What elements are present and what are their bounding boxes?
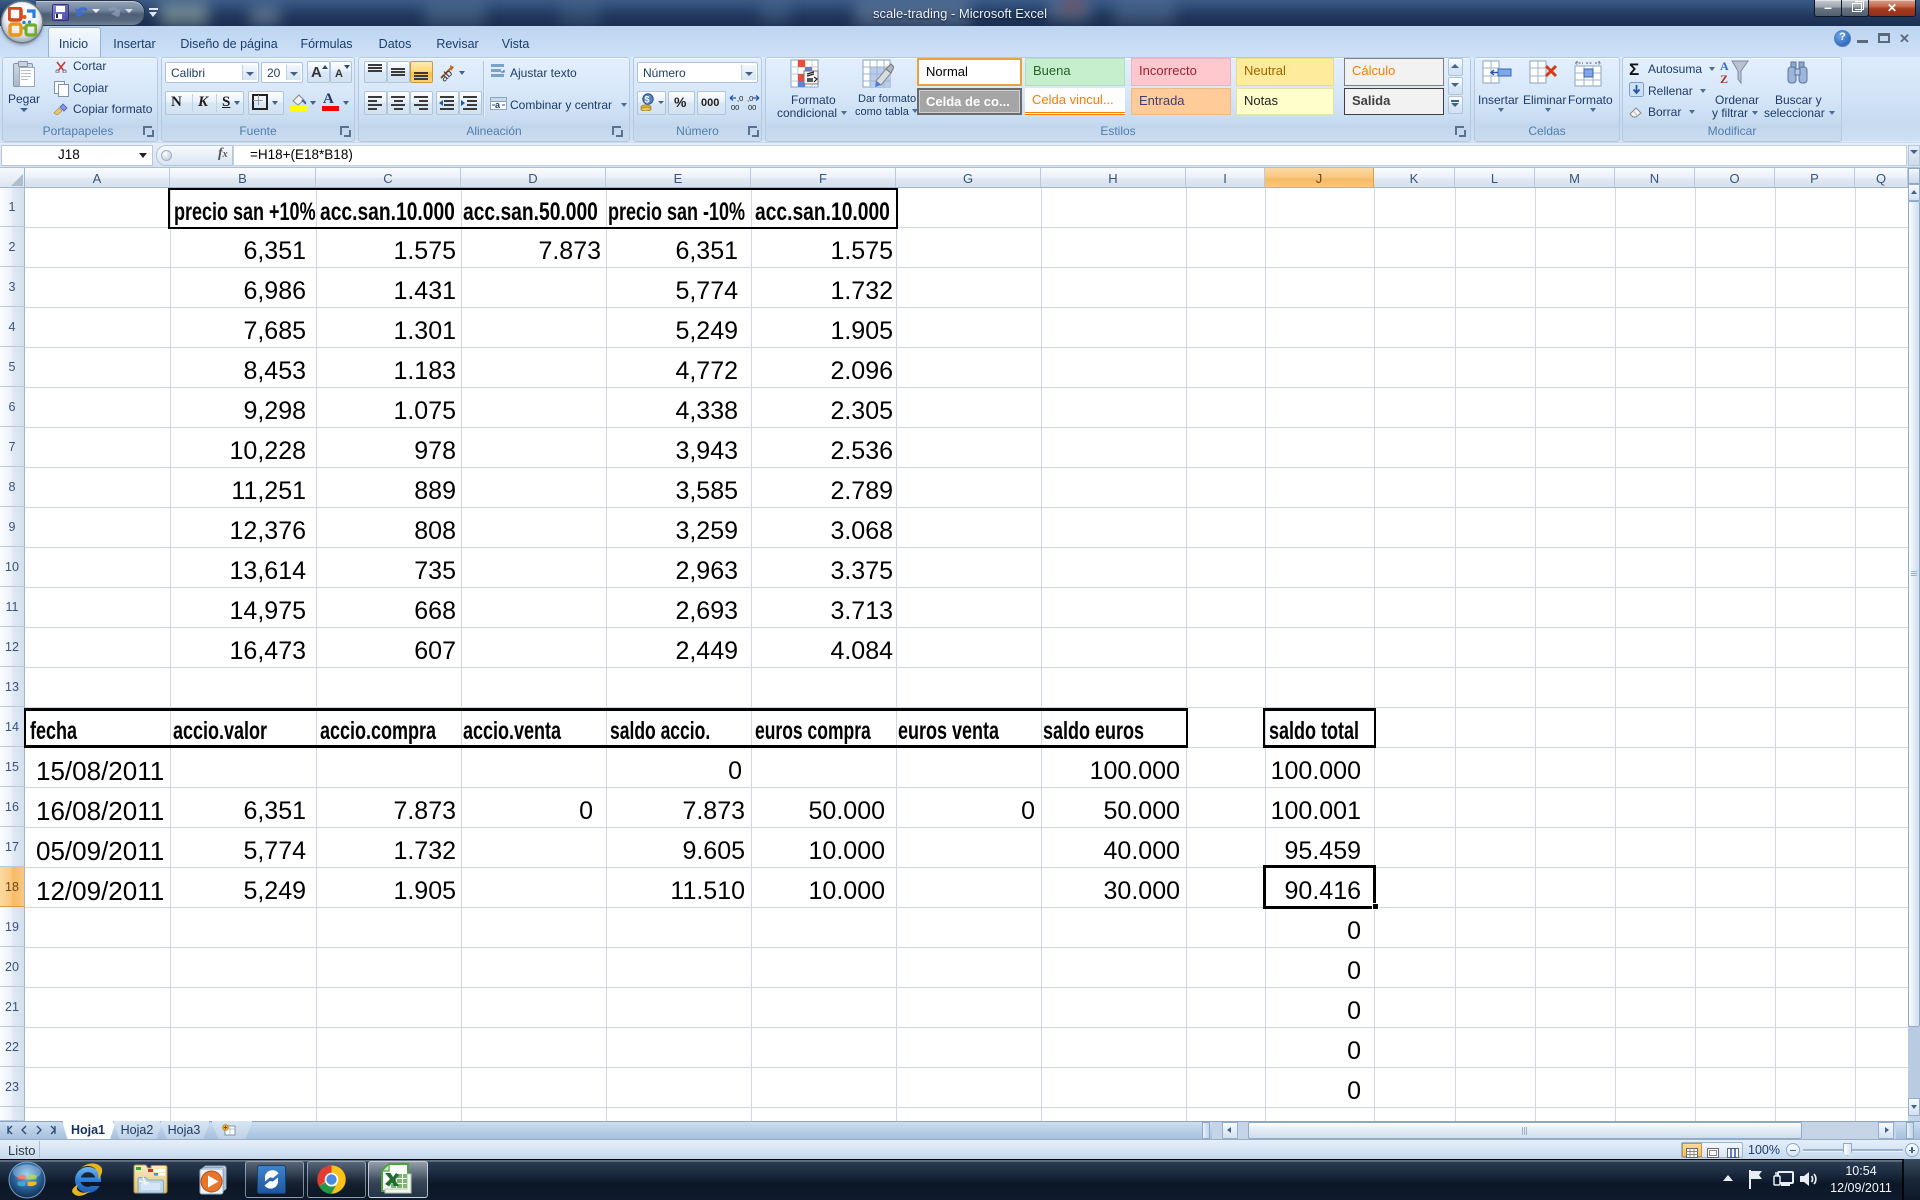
svg-text:00: 00	[748, 103, 756, 112]
svg-text:,0: ,0	[737, 94, 743, 103]
svg-text:ab: ab	[438, 67, 455, 84]
svg-text:00: 00	[731, 103, 739, 112]
svg-text:,0: ,0	[747, 94, 753, 103]
svg-text:$: $	[645, 95, 650, 105]
